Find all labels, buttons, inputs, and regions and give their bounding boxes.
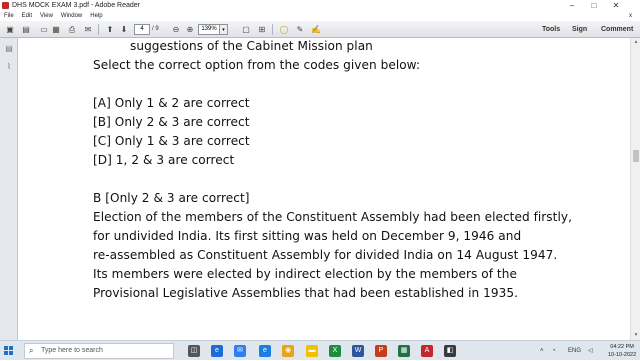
clock-date: 10-10-2022 bbox=[608, 352, 637, 358]
document-line: suggestions of the Cabinet Mission plan bbox=[130, 39, 373, 53]
file-explorer-icon[interactable]: ▬ bbox=[306, 345, 318, 357]
sign-pen-icon[interactable]: ✍ bbox=[310, 24, 322, 35]
document-line: Select the correct option from the codes… bbox=[93, 58, 421, 72]
save-icon[interactable]: ▦ bbox=[50, 24, 62, 35]
mail-icon[interactable]: ✉ bbox=[234, 345, 246, 357]
spreadsheet-icon[interactable]: ▦ bbox=[398, 345, 410, 357]
clock-time: 04:22 PM bbox=[610, 344, 634, 350]
fit-width-icon[interactable]: ⊞ bbox=[256, 24, 268, 35]
close-document-button[interactable]: x bbox=[629, 11, 632, 21]
explanation-line: Provisional Legislative Assemblies that … bbox=[93, 286, 518, 300]
menu-bar: File Edit View Window Help x bbox=[0, 11, 640, 21]
explanation-line: Election of the members of the Constitue… bbox=[93, 210, 572, 224]
print-icon[interactable]: ⎙ bbox=[66, 24, 78, 35]
answer-line: B [Only 2 & 3 are correct] bbox=[93, 191, 250, 205]
menu-window[interactable]: Window bbox=[61, 13, 82, 19]
adobe-reader-icon bbox=[2, 2, 9, 9]
option-a: [A] Only 1 & 2 are correct bbox=[93, 96, 250, 110]
separator bbox=[272, 24, 273, 35]
create-icon[interactable]: ▣ bbox=[4, 24, 16, 35]
open-icon[interactable]: ▤ bbox=[20, 24, 32, 35]
zoom-dropdown-icon[interactable]: ▾ bbox=[220, 24, 228, 35]
navigation-panel: ▤ ⌇ bbox=[0, 38, 18, 340]
chrome-icon[interactable]: ◉ bbox=[282, 345, 294, 357]
tools-button[interactable]: Tools bbox=[542, 24, 560, 35]
zoom-level-input[interactable]: 139% bbox=[198, 24, 220, 35]
zoom-out-icon[interactable]: ⊖ bbox=[170, 24, 182, 35]
scroll-down-icon[interactable]: ▼ bbox=[631, 331, 640, 340]
windows-start-icon[interactable] bbox=[4, 346, 14, 356]
close-button[interactable]: ✕ bbox=[605, 0, 627, 11]
fit-page-icon[interactable]: ▢ bbox=[240, 24, 252, 35]
powerpoint-icon[interactable]: P bbox=[375, 345, 387, 357]
explanation-line: Its members were elected by indirect ele… bbox=[93, 267, 517, 281]
window-title: DHS MOCK EXAM 3.pdf - Adobe Reader bbox=[12, 2, 140, 9]
tray-up-arrow-icon[interactable]: ˄ bbox=[540, 341, 544, 361]
document-page: suggestions of the Cabinet Mission plan … bbox=[19, 38, 630, 340]
comment-button[interactable]: Comment bbox=[601, 24, 633, 35]
attachments-icon[interactable]: ⌇ bbox=[4, 62, 14, 72]
menu-view[interactable]: View bbox=[40, 13, 53, 19]
email-icon[interactable]: ✉ bbox=[82, 24, 94, 35]
sign-button[interactable]: Sign bbox=[572, 24, 587, 35]
scroll-thumb[interactable] bbox=[633, 150, 639, 162]
open-folder-icon[interactable]: ▭ bbox=[38, 24, 50, 35]
toolbar: ▣ ▤ ▭ ▦ ⎙ ✉ ⬆ ⬇ 4 / 9 ⊖ ⊕ 139% ▾ ▢ ⊞ ◯ ✎… bbox=[0, 21, 640, 38]
keyboard-language[interactable]: ENG bbox=[568, 341, 581, 361]
page-total: / 9 bbox=[152, 26, 159, 32]
zoom-in-icon[interactable]: ⊕ bbox=[184, 24, 196, 35]
network-icon[interactable]: ◔ bbox=[552, 341, 556, 361]
sticky-note-icon[interactable]: ◯ bbox=[278, 24, 290, 35]
separator bbox=[98, 24, 99, 35]
excel-icon[interactable]: X bbox=[329, 345, 341, 357]
taskbar-search-input[interactable]: ⌕ Type here to search bbox=[24, 343, 174, 359]
title-bar: DHS MOCK EXAM 3.pdf - Adobe Reader – □ ✕ bbox=[0, 0, 640, 11]
page-thumbnails-icon[interactable]: ▤ bbox=[4, 44, 14, 54]
taskbar: ⌕ Type here to search ◫ e ✉ e ◉ ▬ X W P … bbox=[0, 340, 640, 360]
app-icon[interactable]: ◧ bbox=[444, 345, 456, 357]
adobe-reader-taskbar-icon[interactable]: A bbox=[421, 345, 433, 357]
previous-page-icon[interactable]: ⬆ bbox=[104, 24, 116, 35]
page-number-input[interactable]: 4 bbox=[134, 24, 150, 35]
explanation-line: for undivided India. Its first sitting w… bbox=[93, 229, 522, 243]
option-c: [C] Only 1 & 3 are correct bbox=[93, 134, 250, 148]
scroll-up-icon[interactable]: ▲ bbox=[631, 38, 640, 47]
option-b: [B] Only 2 & 3 are correct bbox=[93, 115, 250, 129]
menu-help[interactable]: Help bbox=[90, 13, 102, 19]
explanation-line: re-assembled as Constituent Assembly for… bbox=[93, 248, 558, 262]
word-icon[interactable]: W bbox=[352, 345, 364, 357]
next-page-icon[interactable]: ⬇ bbox=[118, 24, 130, 35]
highlight-icon[interactable]: ✎ bbox=[294, 24, 306, 35]
search-icon: ⌕ bbox=[29, 346, 34, 355]
edge-browser-icon[interactable]: e bbox=[259, 345, 271, 357]
task-view-icon[interactable]: ◫ bbox=[188, 345, 200, 357]
search-placeholder: Type here to search bbox=[41, 347, 103, 354]
maximize-button[interactable]: □ bbox=[583, 0, 605, 11]
edge-icon[interactable]: e bbox=[211, 345, 223, 357]
minimize-button[interactable]: – bbox=[561, 0, 583, 11]
option-d: [D] 1, 2 & 3 are correct bbox=[93, 153, 235, 167]
menu-edit[interactable]: Edit bbox=[22, 13, 32, 19]
volume-icon[interactable]: ◁ bbox=[588, 341, 593, 361]
vertical-scrollbar[interactable]: ▲ ▼ bbox=[630, 38, 640, 340]
clock[interactable]: 04:22 PM 10-10-2022 bbox=[608, 343, 636, 359]
menu-file[interactable]: File bbox=[4, 13, 14, 19]
